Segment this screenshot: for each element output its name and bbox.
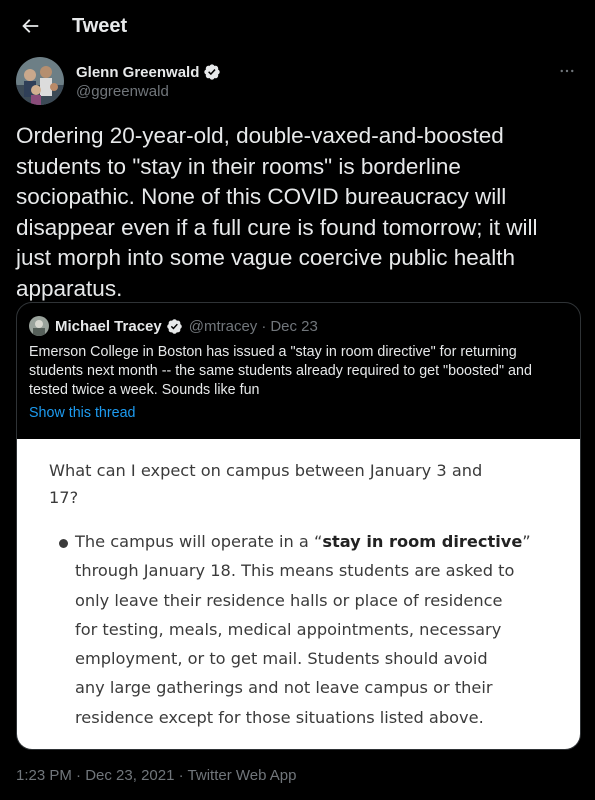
back-button[interactable] bbox=[16, 12, 44, 40]
bullet-icon bbox=[59, 539, 68, 548]
quote-text: Emerson College in Boston has issued a "… bbox=[29, 344, 532, 398]
avatar-image bbox=[16, 57, 64, 105]
tweet-meta: 1:23 PM · Dec 23, 2021 · Twitter Web App bbox=[16, 767, 296, 784]
arrow-left-icon bbox=[22, 19, 39, 33]
quote-separator: · bbox=[261, 317, 267, 335]
author-name-line: Glenn Greenwald bbox=[76, 63, 221, 81]
image-body: The campus will operate in a “stay in ro… bbox=[75, 527, 555, 732]
tweet-time[interactable]: 1:23 PM bbox=[16, 767, 72, 784]
quote-header: Michael Tracey @mtracey · Dec 23 bbox=[29, 316, 318, 336]
quote-author-handle: @mtracey bbox=[188, 317, 258, 335]
verified-badge-icon bbox=[204, 64, 221, 80]
quote-tweet[interactable]: Michael Tracey @mtracey · Dec 23 Emerson… bbox=[16, 302, 581, 750]
more-icon bbox=[560, 69, 574, 73]
tweet-author: Glenn Greenwald @ggreenwald bbox=[16, 57, 579, 109]
quote-date: Dec 23 bbox=[270, 317, 318, 335]
image-body-bold: stay in room directive bbox=[322, 532, 523, 551]
meta-separator: · bbox=[178, 767, 184, 784]
avatar[interactable] bbox=[16, 57, 64, 105]
page-title: Tweet bbox=[72, 15, 128, 37]
author-handle[interactable]: @ggreenwald bbox=[76, 83, 169, 100]
quote-author-name: Michael Tracey bbox=[55, 317, 162, 335]
image-question: What can I expect on campus between Janu… bbox=[49, 461, 483, 507]
meta-separator: · bbox=[76, 767, 82, 784]
tweet-date[interactable]: Dec 23, 2021 bbox=[85, 767, 174, 784]
show-thread-link[interactable]: Show this thread bbox=[29, 405, 136, 421]
header: Tweet bbox=[0, 0, 595, 52]
more-button[interactable] bbox=[555, 59, 579, 83]
image-body-prefix: The campus will operate in a “ bbox=[75, 532, 323, 551]
image-body-suffix: ” through January 18. This means student… bbox=[75, 532, 531, 727]
verified-badge-icon bbox=[166, 318, 182, 334]
author-name[interactable]: Glenn Greenwald bbox=[76, 64, 199, 81]
quote-avatar bbox=[29, 316, 49, 336]
quote-image[interactable]: What can I expect on campus between Janu… bbox=[17, 439, 580, 749]
tweet-client: Twitter Web App bbox=[187, 767, 297, 784]
tweet-text: Ordering 20-year-old, double-vaxed-and-b… bbox=[16, 123, 538, 301]
